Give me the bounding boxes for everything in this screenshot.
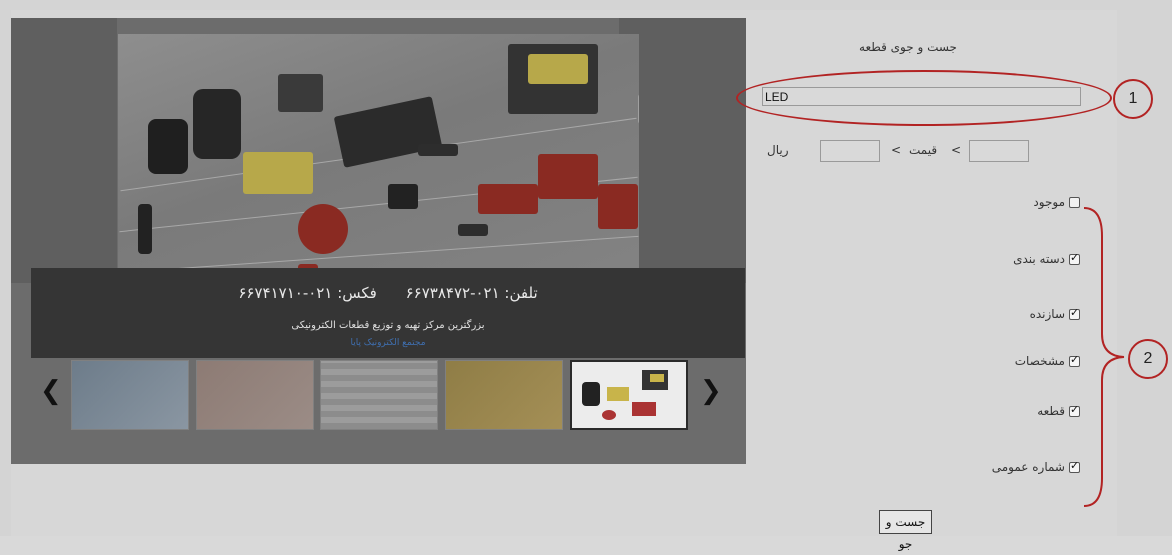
filter-checkbox[interactable]: [1069, 353, 1080, 367]
filter-checkbox[interactable]: [1069, 251, 1080, 265]
search-form-title: جست و جوی قطعه: [859, 40, 957, 54]
filter-label: سازنده: [1029, 307, 1065, 321]
price-max-input[interactable]: [969, 140, 1029, 162]
filter-row[interactable]: قطعه: [1037, 402, 1080, 420]
filter-label: قطعه: [1037, 404, 1065, 418]
filter-row[interactable]: موجود: [1033, 193, 1080, 211]
filter-label: مشخصات: [1014, 354, 1065, 368]
filter-checkbox[interactable]: [1069, 459, 1080, 473]
price-unit-label: ریال: [767, 143, 789, 157]
filter-label: دسته بندی: [1013, 252, 1065, 266]
filter-row[interactable]: مشخصات: [1015, 352, 1080, 370]
filter-checkbox[interactable]: [1069, 306, 1080, 320]
thumbnail-4[interactable]: [445, 360, 563, 430]
search-submit-button[interactable]: جست و جو: [879, 510, 932, 551]
thumbnail-2[interactable]: [196, 360, 314, 430]
filter-checkbox[interactable]: [1069, 403, 1080, 417]
caption-subtitle: بزرگترین مرکز تهیه و توزیع قطعات الکترون…: [291, 320, 485, 331]
thumbnail-3[interactable]: [320, 360, 438, 430]
caption-fax: فکس: ۰۲۱-۶۶۷۴۱۷۱۰: [238, 284, 377, 302]
price-min-input[interactable]: [820, 140, 880, 162]
filter-row[interactable]: سازنده: [1030, 305, 1080, 323]
price-label: قیمت: [909, 143, 938, 157]
annotation-brace-icon: [1083, 207, 1125, 507]
annotation-marker-1: 1: [1113, 79, 1153, 119]
price-range-row: ریال > قیمت >: [767, 140, 1037, 164]
slider-prev-arrow-icon[interactable]: ❮: [40, 378, 62, 404]
slide-caption: تلفن: ۰۲۱-۶۶۷۳۸۴۷۲ فکس: ۰۲۱-۶۶۷۴۱۷۱۰ بزر…: [31, 268, 745, 358]
price-lt-symbol-2: >: [951, 143, 962, 157]
thumbnail-1[interactable]: [71, 360, 189, 430]
caption-contact-line: تلفن: ۰۲۱-۶۶۷۳۸۴۷۲ فکس: ۰۲۱-۶۶۷۴۱۷۱۰: [31, 284, 745, 302]
slider-thumbnails: [60, 360, 688, 432]
caption-phone: تلفن: ۰۲۱-۶۶۷۳۸۴۷۲: [405, 284, 538, 302]
thumbnail-5-active[interactable]: [570, 360, 688, 430]
annotation-marker-2: 2: [1128, 339, 1168, 379]
slider-next-arrow-icon[interactable]: ❯: [700, 378, 722, 404]
filter-row[interactable]: دسته بندی: [1013, 250, 1080, 268]
filter-label: شماره عمومی: [991, 460, 1065, 474]
slider-side-left: [11, 18, 117, 283]
caption-link[interactable]: مجتمع الکترونیک پایا: [31, 338, 745, 348]
filter-checkbox[interactable]: [1069, 196, 1080, 208]
price-lt-symbol-1: >: [891, 143, 902, 157]
filter-label: موجود: [1033, 195, 1065, 209]
filter-row[interactable]: شماره عمومی: [992, 458, 1080, 476]
annotation-ellipse-search-field: [736, 70, 1112, 126]
